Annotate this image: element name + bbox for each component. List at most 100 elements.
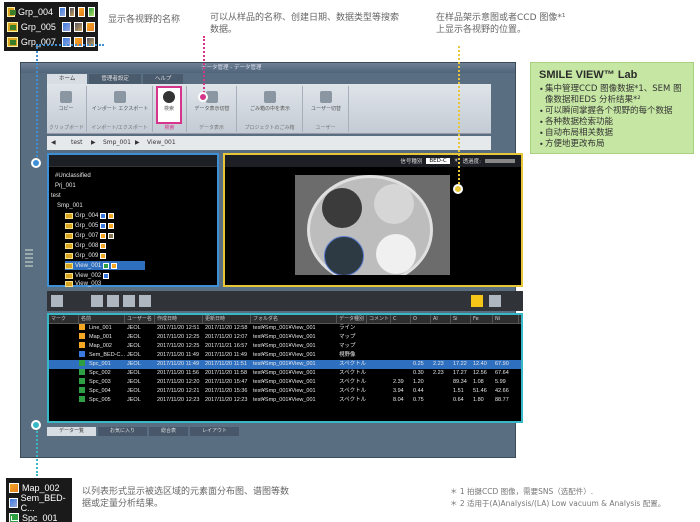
table-cell: test¥Smp_001¥View_001 [253, 334, 316, 340]
table-row[interactable]: Line_001 JEOL 2017/11/20 12:51 2017/11/20 1… [49, 324, 521, 333]
layout-icon[interactable] [471, 295, 483, 307]
table-row[interactable]: Spc_003 JEOL 2017/11/20 12:20 2017/11/20 15… [49, 378, 521, 387]
column-header[interactable]: 名前 [79, 315, 125, 323]
search-button[interactable]: 検索 [156, 86, 182, 124]
signal-type-select[interactable]: BED-C [426, 158, 450, 164]
tree-node[interactable]: Smp_001 [57, 201, 83, 210]
copy-button[interactable]: コピー [53, 88, 79, 112]
spectrum-icon[interactable] [107, 295, 119, 307]
table-cell: 2017/11/21 16:57 [205, 343, 248, 349]
legend-label: Spc_001 [22, 512, 58, 522]
table-cell: 2017/11/20 11:49 [157, 352, 200, 358]
sem-image-icon[interactable] [91, 295, 103, 307]
ccd-image-icon [73, 21, 83, 32]
transparency-slider[interactable] [485, 159, 515, 163]
tab-home[interactable]: ホーム [47, 74, 88, 84]
sem-image-icon [9, 497, 18, 508]
tree-node-label: Grp_004 [75, 212, 99, 219]
legend-label: Map_002 [22, 482, 60, 493]
tree-node-label: Grp_009 [75, 252, 99, 259]
tree-node[interactable]: Grp_008 [65, 241, 107, 250]
tree-node[interactable]: Grp_005 [65, 221, 115, 230]
callout-marker [31, 158, 41, 168]
show-trash-button[interactable]: ごみ箱の中を表示 [243, 88, 297, 112]
import-export-button[interactable]: インポート エクスポート [91, 88, 149, 112]
tree-node-selected[interactable]: View_001 [65, 261, 145, 270]
ccd-sample-image[interactable] [295, 175, 450, 275]
column-header[interactable]: 更新日時 [203, 315, 251, 323]
table-cell: test¥Smp_001¥View_001 [253, 343, 316, 349]
breadcrumb-item[interactable]: View_001 [147, 136, 176, 150]
table-row[interactable]: Map_001 JEOL 2017/11/20 12:25 2017/11/20 12… [49, 333, 521, 342]
column-header[interactable]: マーク [49, 315, 79, 323]
table-cell: 2017/11/20 12:25 [157, 334, 200, 340]
column-header[interactable]: フォルダ名 [251, 315, 337, 323]
tree-node[interactable]: test [51, 191, 61, 200]
tab-layout[interactable]: レイアウト [190, 427, 240, 436]
group-folder-icon [7, 36, 18, 47]
table-row[interactable]: Map_002 JEOL 2017/11/20 12:25 2017/11/21 16… [49, 342, 521, 351]
data-view-toggle-button[interactable]: データ表示切替 [191, 88, 233, 112]
table-cell [411, 333, 431, 342]
column-header[interactable]: コメント [367, 315, 391, 323]
tab-summary[interactable]: 総合表 [149, 427, 189, 436]
table-cell: 2017/11/20 11:58 [205, 370, 248, 376]
menu-icon[interactable] [51, 295, 63, 307]
tab-admin[interactable]: 管理者設定 [89, 74, 141, 84]
tab-favorites[interactable]: お気に入り [98, 427, 148, 436]
table-row[interactable]: Sem_BED-C... JEOL 2017/11/20 11:49 2017/11/… [49, 351, 521, 360]
table-cell [431, 342, 451, 351]
column-header[interactable]: ユーザー名 [125, 315, 155, 323]
table-cell: JEOL [127, 334, 141, 340]
column-header[interactable]: O [411, 315, 431, 323]
table-row[interactable]: Spc_005 JEOL 2017/11/20 12:23 2017/11/20 12… [49, 396, 521, 405]
table-cell: 0.30 [413, 370, 424, 376]
column-header[interactable]: Ni [493, 315, 519, 323]
group-label: ユーザー [315, 125, 336, 131]
line-icon[interactable] [139, 295, 151, 307]
column-header[interactable]: 作成日時 [155, 315, 203, 323]
table-cell [391, 324, 411, 333]
table-cell [493, 324, 519, 333]
switch-user-button[interactable]: ユーザー切替 [307, 88, 345, 112]
table-row[interactable]: Spc_002 JEOL 2017/11/20 11:56 2017/11/20 11… [49, 369, 521, 378]
smile-view-title: SMILE VIEW™ Lab [539, 69, 638, 81]
tree-node[interactable]: Grp_007 [65, 231, 115, 240]
group-folder-icon [65, 242, 73, 249]
breadcrumb-back-icon[interactable]: ◀ [51, 136, 56, 150]
data-type-icon [79, 333, 85, 339]
table-cell: Map_002 [89, 343, 112, 349]
breadcrumb-item[interactable]: Smp_001 [103, 136, 131, 150]
tree-node[interactable]: Grp_004 [65, 211, 115, 220]
table-cell: 12.56 [473, 370, 487, 376]
table-row[interactable]: Spc_001 JEOL 2017/11/20 11:49 2017/11/20 11… [49, 360, 521, 369]
column-header[interactable]: データ種別 [337, 315, 367, 323]
tree-node[interactable]: Grp_009 [65, 251, 107, 260]
table-cell [471, 342, 493, 351]
column-header[interactable]: Si [451, 315, 471, 323]
column-header[interactable]: Al [431, 315, 451, 323]
map-icon[interactable] [123, 295, 135, 307]
table-cell: スペクトル [339, 361, 367, 367]
column-header[interactable]: Fe [471, 315, 493, 323]
table-row[interactable]: Spc_004 JEOL 2017/11/20 12:21 2017/11/20 15… [49, 387, 521, 396]
row-mark-cell [49, 378, 79, 387]
breadcrumb-item[interactable]: test [71, 136, 83, 150]
column-header[interactable]: C [391, 315, 411, 323]
tree-node[interactable]: Prj_001 [55, 181, 76, 190]
table-cell [431, 387, 451, 396]
table-cell: 視野像 [339, 352, 356, 358]
table-cell: 2.23 [433, 370, 444, 376]
import-icon [114, 91, 126, 103]
table-cell [391, 333, 411, 342]
tree-node[interactable]: View_003 [65, 279, 101, 288]
left-resize-handle[interactable] [25, 249, 33, 269]
tab-data-list[interactable]: データ一覧 [47, 427, 97, 436]
smile-view-feature-box: SMILE VIEW™ Lab 集中管理CCD 图像数据*1、SEM 图像数据和… [530, 62, 694, 154]
filter-icon[interactable] [489, 295, 501, 307]
view-folder-icon [65, 280, 73, 287]
map-icon [100, 252, 107, 259]
tab-help[interactable]: ヘルプ [142, 74, 184, 84]
tree-node[interactable]: #Unclassified [55, 171, 91, 180]
data-type-icon [79, 378, 85, 384]
